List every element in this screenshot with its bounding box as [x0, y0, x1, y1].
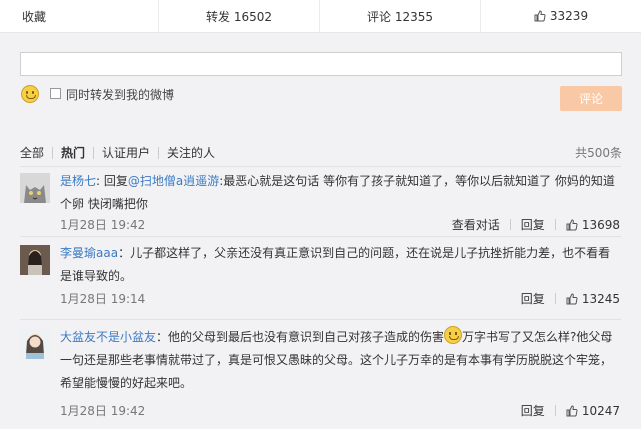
comment-panel: 同时转发到我的微博 评论 全部 热门 认证用户 关注的人 共500条 是杨七: …	[0, 33, 641, 429]
reply-prefix: 回复	[103, 174, 128, 188]
like-count: 33239	[549, 9, 589, 23]
tab-all[interactable]: 全部	[20, 144, 52, 161]
comment-text: 大盆友不是小盆友：他的父母到最后也没有意识到自己对孩子造成的伤害 万字书写了又怎么…	[60, 326, 620, 395]
favorite-button[interactable]: 收藏	[0, 0, 159, 32]
reply-link[interactable]: 回复	[521, 402, 545, 419]
divider	[20, 166, 621, 167]
divider	[20, 236, 621, 237]
view-conversation-link[interactable]: 查看对话	[452, 216, 500, 233]
tab-divider	[93, 146, 95, 159]
thumbs-up-icon[interactable]	[566, 404, 578, 417]
comment-username[interactable]: 是杨七	[60, 174, 96, 188]
reply-link[interactable]: 回复	[521, 216, 545, 233]
comment-meta: 1月28日 19:14 回复 13245	[60, 290, 620, 307]
comment-username[interactable]: 大盆友不是小盆友	[60, 330, 156, 344]
comment-item: 大盆友不是小盆友：他的父母到最后也没有意识到自己对孩子造成的伤害 万字书写了又怎么…	[20, 326, 621, 426]
action-divider	[509, 219, 511, 230]
comment-item: 是杨七: 回复@扫地僧a逍遥游:最恶心就是这句话 等你有了孩子就知道了，等你以后…	[20, 170, 621, 232]
submit-comment-button[interactable]: 评论	[560, 86, 622, 111]
thumbs-up-icon[interactable]	[566, 292, 578, 305]
divider	[20, 319, 621, 320]
comment-time: 1月28日 19:42	[60, 218, 146, 232]
tab-verified[interactable]: 认证用户	[102, 144, 158, 161]
comment-total: 共500条	[575, 146, 622, 160]
comment-username[interactable]: 李曼瑜aaa	[60, 246, 118, 260]
comment-like-count: 10247	[581, 403, 620, 418]
comment-separator: ：	[156, 330, 169, 344]
comment-text: 是杨七: 回复@扫地僧a逍遥游:最恶心就是这句话 等你有了孩子就知道了，等你以后…	[60, 170, 620, 216]
action-divider	[554, 219, 556, 230]
repost-label: 转发 16502	[206, 9, 272, 24]
repost-button[interactable]: 转发 16502	[159, 0, 320, 32]
avatar[interactable]	[20, 173, 50, 203]
smiley-icon[interactable]	[21, 85, 39, 103]
comment-body: 他的父母到最后也没有意识到自己对孩子造成的伤害	[168, 330, 445, 344]
comment-text: 李曼瑜aaa：儿子都这样了，父亲还没有真正意识到自己的问题，还在说是儿子抗挫折能…	[60, 242, 620, 288]
comment-like-count: 13245	[581, 291, 620, 306]
comment-label: 评论 12355	[367, 9, 433, 24]
comment-meta: 1月28日 19:42 回复 10247	[60, 402, 620, 419]
tab-following[interactable]: 关注的人	[167, 144, 223, 161]
action-divider	[554, 405, 556, 416]
like-button[interactable]: 33239	[481, 0, 641, 32]
action-divider	[554, 293, 556, 304]
favorite-label: 收藏	[22, 9, 47, 24]
tab-divider	[52, 146, 54, 159]
forward-checkbox[interactable]	[50, 88, 61, 99]
thumbs-up-icon[interactable]	[566, 218, 578, 231]
comment-like-count: 13698	[581, 217, 620, 232]
tab-hot[interactable]: 热门	[61, 144, 93, 161]
comment-separator: :	[96, 174, 104, 188]
thumbs-up-icon	[534, 10, 546, 22]
forward-label: 同时转发到我的微博	[66, 88, 175, 102]
tab-divider	[158, 146, 160, 159]
comment-time: 1月28日 19:42	[60, 404, 146, 418]
avatar[interactable]	[20, 245, 50, 275]
comment-separator: ：	[118, 246, 131, 260]
comment-meta: 1月28日 19:42 查看对话 回复 13698	[60, 216, 620, 233]
comment-time: 1月28日 19:14	[60, 292, 146, 306]
action-bar: 收藏 转发 16502 评论 12355 33239	[0, 0, 641, 33]
mention-link[interactable]: @扫地僧a逍遥游	[128, 174, 219, 188]
comment-input[interactable]	[20, 52, 622, 76]
comment-body: 儿子都这样了，父亲还没有真正意识到自己的问题，还在说是儿子抗挫折能力差，也不看看…	[60, 246, 611, 283]
smiley-icon	[444, 326, 463, 344]
avatar[interactable]	[20, 329, 50, 359]
reply-link[interactable]: 回复	[521, 290, 545, 307]
comment-item: 李曼瑜aaa：儿子都这样了，父亲还没有真正意识到自己的问题，还在说是儿子抗挫折能…	[20, 242, 621, 312]
comment-button[interactable]: 评论 12355	[320, 0, 481, 32]
comment-filter-tabs: 全部 热门 认证用户 关注的人	[20, 144, 223, 161]
